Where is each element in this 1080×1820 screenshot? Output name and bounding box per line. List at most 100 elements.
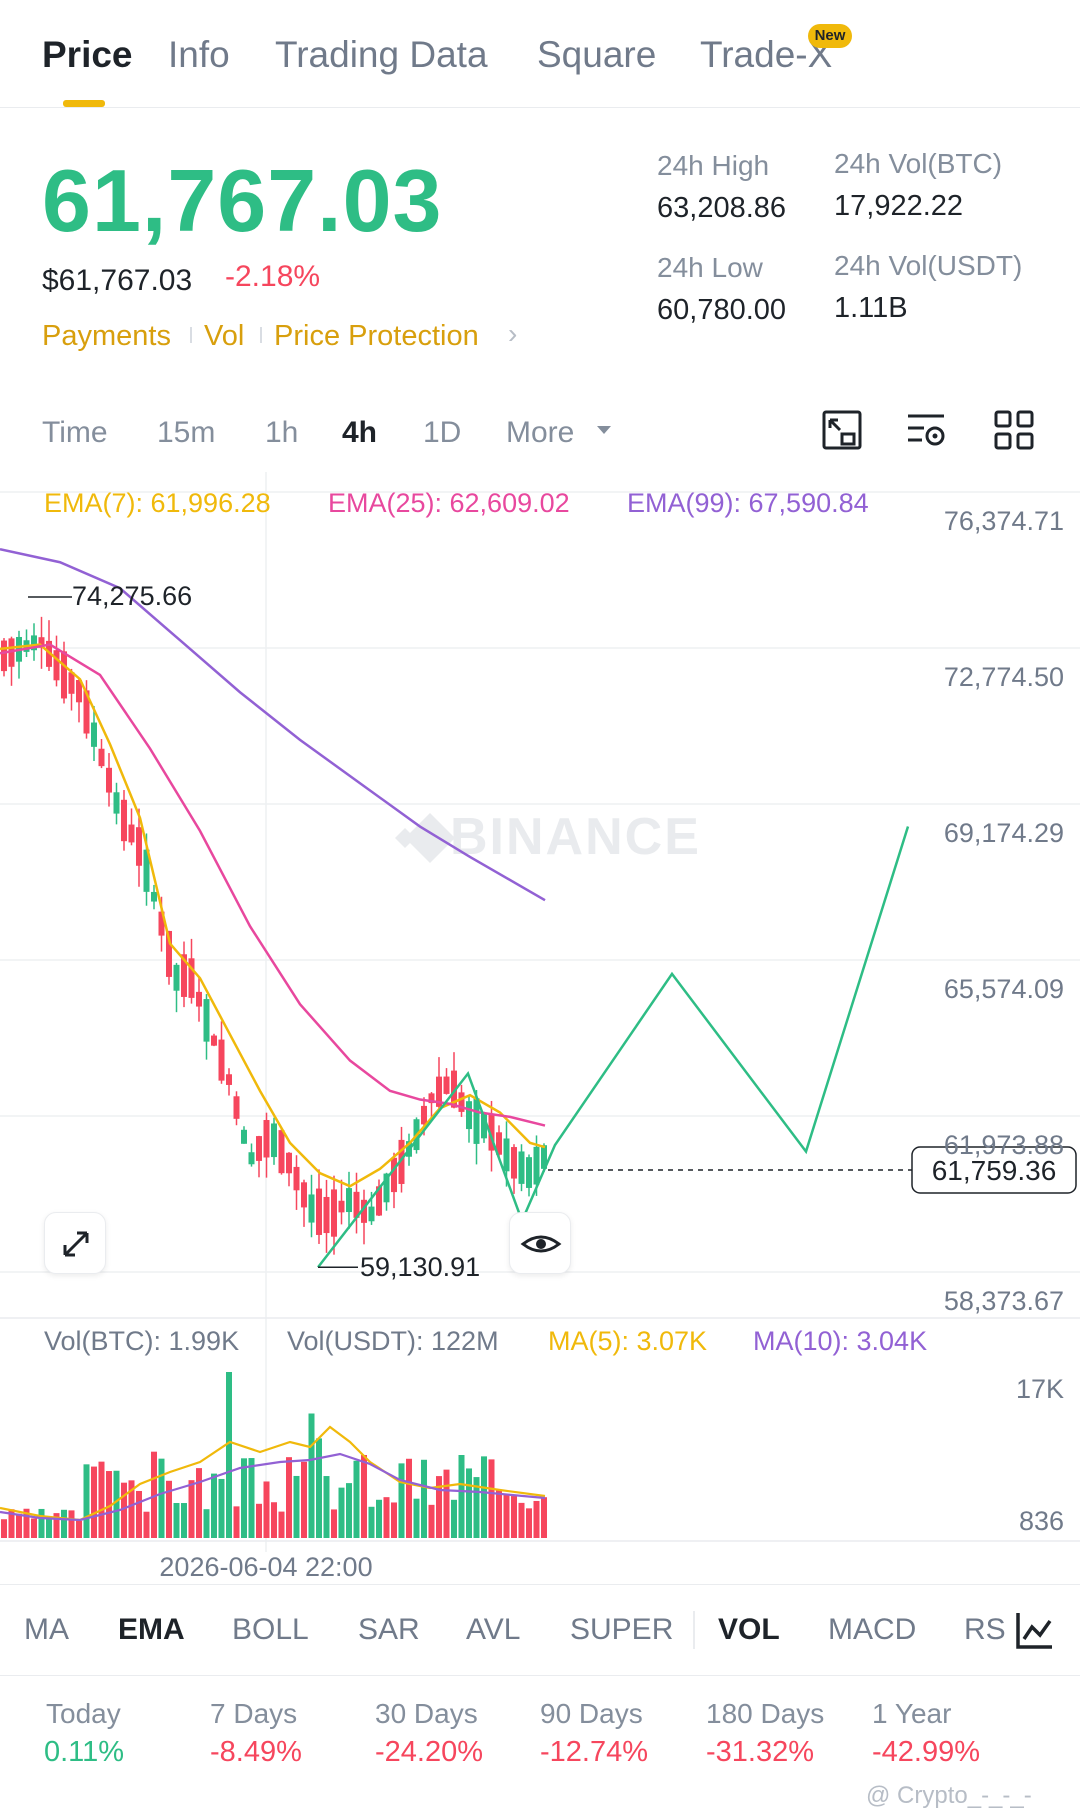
max-price-marker: 74,275.66 [72, 581, 192, 611]
volume-bars [1, 1372, 547, 1538]
volume-bar [541, 1497, 547, 1538]
chevron-right-icon[interactable]: › [508, 318, 517, 350]
candle [248, 1152, 255, 1165]
price-chart[interactable]: BINANCE 74,275.6659,130.91 61,759.36 76,… [0, 472, 1080, 1584]
volume-bar [526, 1508, 532, 1538]
volume-bar [166, 1480, 172, 1538]
price-protection-link[interactable]: Price Protection [274, 320, 479, 353]
candle [91, 722, 97, 747]
low-value: 60,780.00 [657, 294, 787, 326]
volume-bar [271, 1502, 277, 1538]
volume-bar [361, 1455, 367, 1538]
candle [316, 1188, 322, 1235]
vol-link[interactable]: Vol [204, 320, 244, 353]
perf-label-90d: 90 Days [540, 1698, 643, 1729]
volume-bar [1, 1519, 7, 1538]
perf-value-1y: -42.99% [872, 1736, 981, 1768]
drawn-pattern-line [317, 826, 910, 1268]
volume-bar [451, 1499, 457, 1538]
ind-sar[interactable]: SAR [358, 1613, 420, 1647]
ind-avl[interactable]: AVL [466, 1613, 520, 1647]
volume-bar [31, 1518, 37, 1538]
candle [173, 964, 180, 991]
tab-price[interactable]: Price [42, 34, 133, 76]
fullscreen-button[interactable] [44, 1212, 106, 1274]
timeframe-4h[interactable]: 4h [342, 416, 377, 450]
ind-ema[interactable]: EMA [118, 1613, 185, 1647]
tab-square[interactable]: Square [537, 34, 656, 76]
price-axis-label: 69,174.29 [944, 818, 1064, 848]
candle [443, 1076, 450, 1094]
vol-usdt-indicator: Vol(USDT): 122M [287, 1326, 499, 1356]
volume-bar [226, 1372, 232, 1538]
volume-bar [211, 1473, 217, 1538]
timeframe-time[interactable]: Time [42, 416, 108, 450]
volume-bar [428, 1504, 435, 1538]
timeframe-1h[interactable]: 1h [265, 416, 298, 450]
vol-btc-indicator: Vol(BTC): 1.99K [44, 1326, 240, 1356]
toggle-visibility-button[interactable] [509, 1212, 571, 1274]
candle [226, 1074, 232, 1085]
volume-axis-min: 836 [1019, 1506, 1064, 1536]
volume-bar [68, 1510, 75, 1538]
volume-bar [316, 1438, 322, 1538]
candle [211, 1035, 217, 1046]
ind-boll[interactable]: BOLL [232, 1613, 309, 1647]
volume-bar [136, 1490, 142, 1538]
tab-info[interactable]: Info [168, 34, 230, 76]
candle [368, 1206, 375, 1222]
candle [263, 1120, 270, 1158]
candle [526, 1157, 532, 1188]
grid-layout-icon[interactable] [992, 408, 1036, 452]
timeframe-1d[interactable]: 1D [423, 416, 461, 450]
volume-bar [368, 1506, 375, 1538]
price-axis: 76,374.71 72,774.50 69,174.29 65,574.09 61,9… [944, 506, 1064, 1316]
volume-bar [293, 1475, 300, 1538]
candle [53, 650, 60, 681]
ind-vol[interactable]: VOL [718, 1613, 780, 1647]
ind-ma[interactable]: MA [24, 1613, 69, 1647]
expand-icon [63, 1231, 89, 1257]
perf-label-7d: 7 Days [210, 1698, 298, 1729]
price-axis-label: 61,973.88 [944, 1130, 1064, 1160]
ma5-label: MA(5): 3.07K [548, 1326, 708, 1356]
new-badge: New [808, 24, 852, 48]
timeframe-15m[interactable]: 15m [157, 416, 215, 450]
volume-bar [413, 1498, 420, 1538]
candle [68, 672, 75, 694]
high-value: 63,208.86 [657, 192, 787, 224]
tab-trading-data[interactable]: Trading Data [275, 34, 488, 76]
perf-label-30d: 30 Days [375, 1698, 478, 1729]
volume-bar [38, 1508, 45, 1538]
high-label: 24h High [657, 150, 770, 181]
volume-bar [376, 1499, 382, 1538]
compare-icon[interactable] [820, 408, 864, 452]
min-price-marker: 59,130.91 [360, 1252, 480, 1282]
timeframe-more[interactable]: More [506, 416, 574, 450]
volume-bar [518, 1502, 525, 1538]
perf-value-today: 0.11% [44, 1736, 125, 1768]
candle [503, 1138, 510, 1172]
link-divider [190, 327, 192, 343]
volume-bar [188, 1480, 195, 1538]
chart-settings-icon[interactable] [904, 408, 948, 452]
indicator-settings-button[interactable] [1010, 1607, 1066, 1655]
ind-rsi[interactable]: RSI [964, 1613, 1008, 1647]
payments-link[interactable]: Payments [42, 320, 171, 353]
candle [256, 1136, 262, 1161]
ind-super[interactable]: SUPER [570, 1613, 673, 1647]
candle [533, 1146, 540, 1185]
candle [121, 799, 127, 842]
indicator-bar: MA EMA BOLL SAR AVL SUPER VOL MACD RSI [0, 1584, 1080, 1676]
vol-btc-value: 17,922.22 [834, 190, 964, 222]
ind-macd[interactable]: MACD [828, 1613, 916, 1647]
volume-bar [383, 1497, 390, 1538]
volume-axis-max: 17K [1016, 1374, 1064, 1404]
perf-value-90d: -12.74% [540, 1736, 649, 1768]
candle [196, 991, 202, 1007]
candle [1, 640, 7, 672]
volume-bar [301, 1461, 307, 1538]
volume-bar [466, 1468, 472, 1538]
caret-down-icon[interactable] [592, 418, 616, 442]
volume-bar [143, 1511, 150, 1538]
